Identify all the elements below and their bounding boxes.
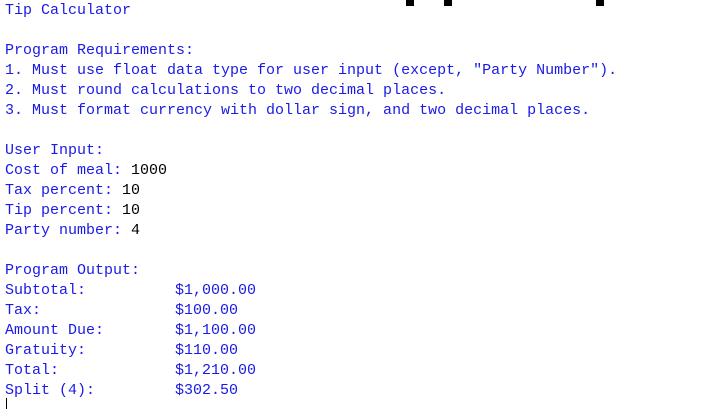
output-label: Total:	[5, 362, 60, 379]
output-heading: Program Output:	[5, 262, 141, 279]
output-row-amount-due: Amount Due: $1,100.00	[5, 321, 701, 341]
output-row-subtotal: Subtotal: $1,000.00	[5, 281, 701, 301]
input-tip-percent: Tip percent: 10	[5, 201, 701, 221]
output-value: $110.00	[175, 342, 239, 359]
output-row-total: Total: $1,210.00	[5, 361, 701, 381]
requirements-heading: Program Requirements:	[5, 42, 195, 59]
output-label: Amount Due:	[5, 322, 105, 339]
input-prompt: Tax percent:	[5, 182, 123, 199]
input-value: 10	[122, 182, 141, 199]
console-output: Tip Calculator Program Requirements: 1. …	[5, 1, 701, 401]
input-cost-of-meal: Cost of meal: 1000	[5, 161, 701, 181]
input-tax-percent: Tax percent: 10	[5, 181, 701, 201]
requirement-item: 2. Must round calculations to two decima…	[5, 82, 447, 99]
input-prompt: Cost of meal:	[5, 162, 132, 179]
app-title: Tip Calculator	[5, 2, 132, 19]
output-label: Subtotal:	[5, 282, 87, 299]
requirement-item: 3. Must format currency with dollar sign…	[5, 102, 591, 119]
input-prompt: Tip percent:	[5, 202, 123, 219]
output-label: Split (4):	[5, 382, 96, 399]
output-value: $1,210.00	[175, 362, 257, 379]
output-label: Tax:	[5, 302, 42, 319]
output-value: $302.50	[175, 382, 239, 399]
user-input-heading: User Input:	[5, 142, 105, 159]
output-value: $100.00	[175, 302, 239, 319]
input-prompt: Party number:	[5, 222, 132, 239]
output-row-gratuity: Gratuity: $110.00	[5, 341, 701, 361]
output-value: $1,000.00	[175, 282, 257, 299]
text-cursor	[6, 398, 7, 409]
input-value: 4	[131, 222, 141, 239]
output-row-tax: Tax: $100.00	[5, 301, 701, 321]
input-value: 1000	[131, 162, 168, 179]
output-row-split: Split (4): $302.50	[5, 381, 701, 401]
input-value: 10	[122, 202, 141, 219]
requirement-item: 1. Must use float data type for user inp…	[5, 62, 618, 79]
input-party-number: Party number: 4	[5, 221, 701, 241]
output-value: $1,100.00	[175, 322, 257, 339]
output-label: Gratuity:	[5, 342, 87, 359]
